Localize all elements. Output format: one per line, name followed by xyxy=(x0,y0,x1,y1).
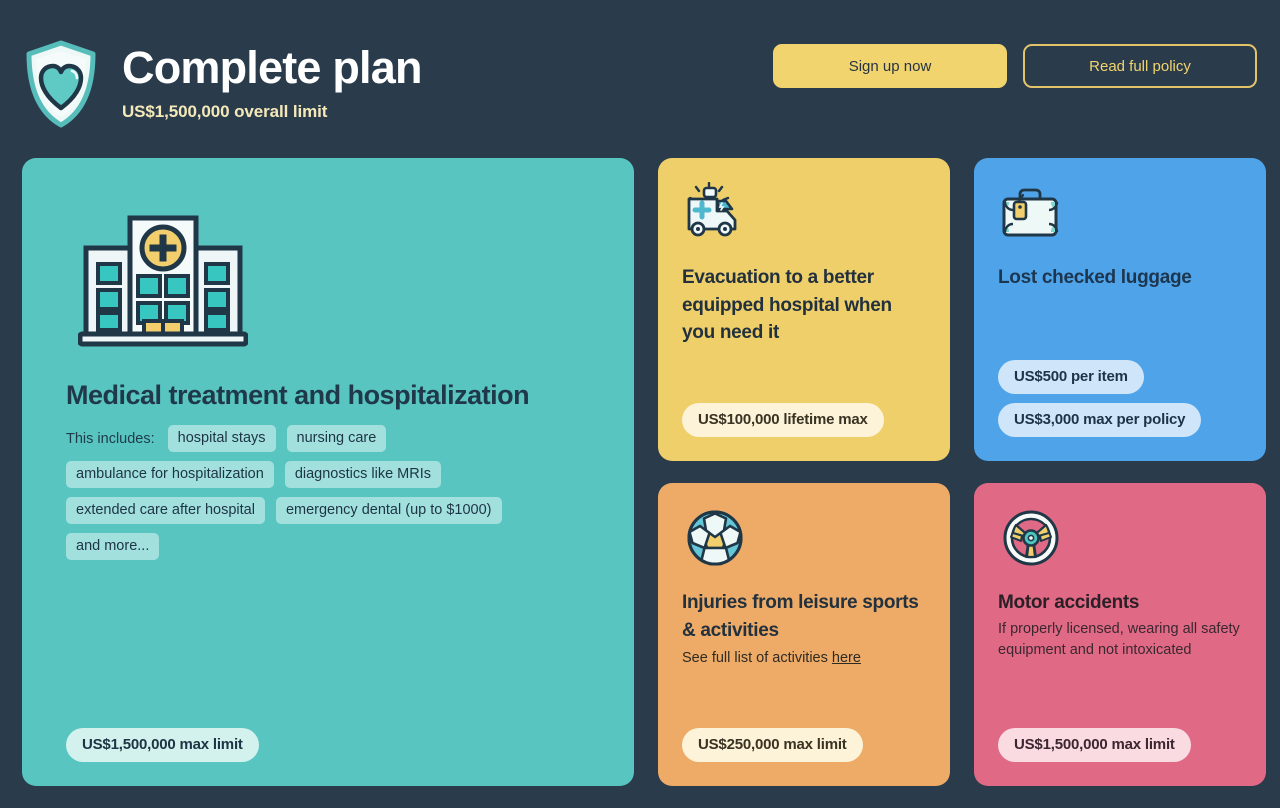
card-title: Lost checked luggage xyxy=(998,267,1192,288)
suitcase-icon xyxy=(998,182,1064,244)
shield-heart-icon xyxy=(22,38,100,130)
chip-extended-care-after-hospital[interactable]: extended care after hospital xyxy=(66,497,265,524)
page-title: Complete plan xyxy=(122,42,422,94)
card-badge-row: US$1,500,000 max limit xyxy=(998,728,1242,762)
card-badge-row: US$500 per item US$3,000 max per policy xyxy=(998,360,1242,437)
overall-limit-subtitle: US$1,500,000 overall limit xyxy=(122,101,328,121)
max-per-policy-badge: US$3,000 max per policy xyxy=(998,403,1202,437)
chip-and-more[interactable]: and more... xyxy=(66,533,160,560)
page-header: Complete plan US$1,500,000 overall limit… xyxy=(22,20,1258,158)
includes-chip-list: This includes: hospital stays nursing ca… xyxy=(66,425,586,560)
max-limit-badge: US$250,000 max limit xyxy=(682,728,863,762)
includes-label: This includes: xyxy=(66,430,155,447)
lifetime-max-badge: US$100,000 lifetime max xyxy=(682,403,884,437)
steering-wheel-icon xyxy=(998,507,1064,569)
per-item-badge: US$500 per item xyxy=(998,360,1144,394)
card-medical-treatment[interactable]: Medical treatment and hospitalization Th… xyxy=(22,158,634,786)
ambulance-icon xyxy=(682,181,748,244)
plan-page: Complete plan US$1,500,000 overall limit… xyxy=(0,0,1280,808)
soccer-ball-icon xyxy=(682,507,748,569)
sign-up-now-button[interactable]: Sign up now xyxy=(773,44,1007,88)
card-subtitle-text: See full list of activities xyxy=(682,650,832,667)
card-title: Motor accidents xyxy=(998,592,1140,613)
max-limit-badge: US$1,500,000 max limit xyxy=(998,728,1191,762)
read-full-policy-button[interactable]: Read full policy xyxy=(1023,44,1257,88)
card-evacuation[interactable]: Evacuation to a better equipped hospital… xyxy=(658,158,950,461)
card-badge-row: US$250,000 max limit xyxy=(682,728,926,762)
chip-emergency-dental[interactable]: emergency dental (up to $1000) xyxy=(275,497,502,524)
chip-ambulance-for-hospitalization[interactable]: ambulance for hospitalization xyxy=(66,461,274,488)
activities-list-link[interactable]: here xyxy=(832,650,861,666)
header-actions: Sign up now Read full policy xyxy=(773,36,1258,88)
brand-block: Complete plan US$1,500,000 overall limit xyxy=(22,36,422,130)
card-badge-row: US$1,500,000 max limit xyxy=(66,728,608,762)
card-subtitle: If properly licensed, wearing all safety… xyxy=(998,620,1240,659)
title-block: Complete plan US$1,500,000 overall limit xyxy=(122,44,422,121)
card-title: Evacuation to a better equipped hospital… xyxy=(682,267,892,344)
card-motor-accidents[interactable]: Motor accidents If properly licensed, we… xyxy=(974,483,1266,786)
card-badge-row: US$100,000 lifetime max xyxy=(682,403,926,437)
benefits-grid: Medical treatment and hospitalization Th… xyxy=(22,158,1266,808)
card-title: Medical treatment and hospitalization xyxy=(66,380,530,410)
chip-diagnostics-like-mris[interactable]: diagnostics like MRIs xyxy=(284,461,441,488)
card-subtitle: See full list of activities here xyxy=(682,648,926,670)
card-title: Injuries from leisure sports & activitie… xyxy=(682,592,919,641)
chip-nursing-care[interactable]: nursing care xyxy=(286,425,387,452)
card-lost-luggage[interactable]: Lost checked luggage US$500 per item US$… xyxy=(974,158,1266,461)
chip-hospital-stays[interactable]: hospital stays xyxy=(167,425,276,452)
max-limit-badge: US$1,500,000 max limit xyxy=(66,728,259,762)
card-leisure-sports[interactable]: Injuries from leisure sports & activitie… xyxy=(658,483,950,786)
hospital-icon xyxy=(77,208,249,348)
